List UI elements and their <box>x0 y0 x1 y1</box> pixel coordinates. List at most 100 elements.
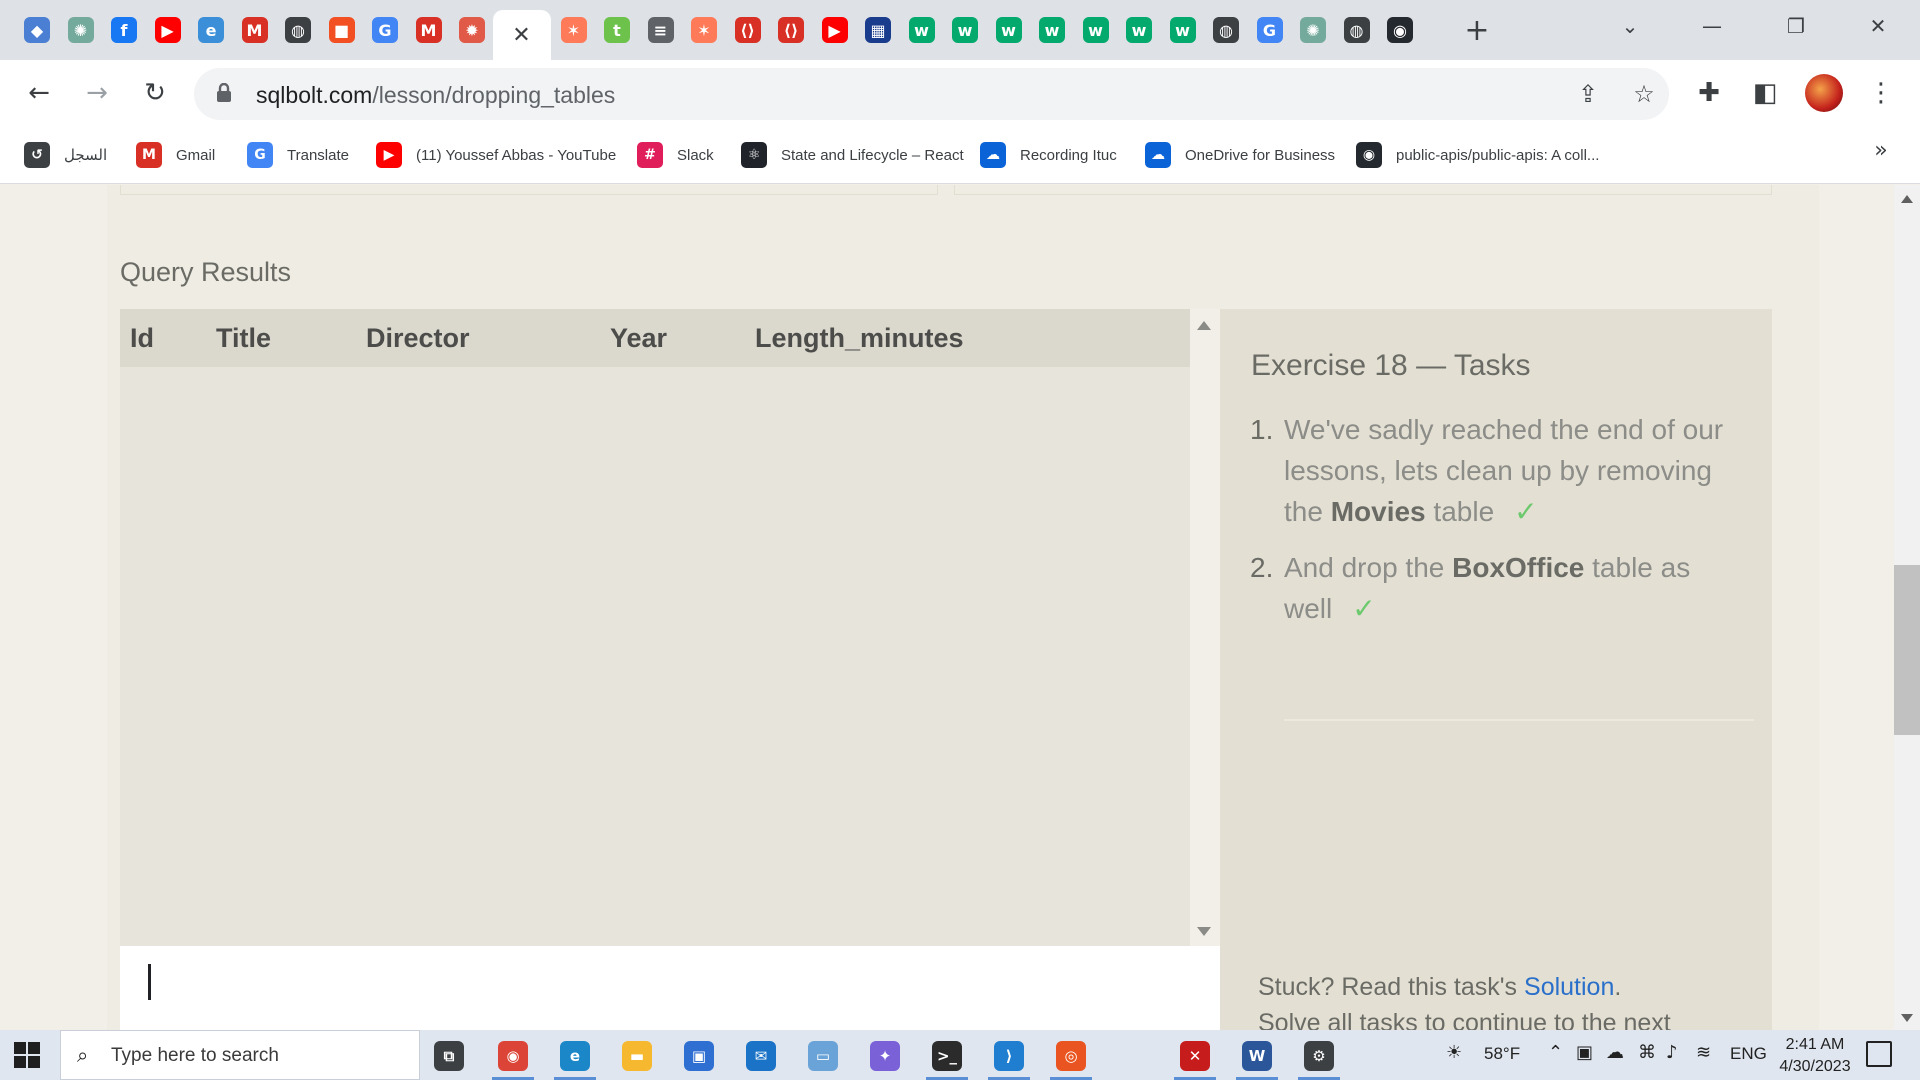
menu-kebab-icon[interactable]: ⋮ <box>1860 72 1902 114</box>
page-scroll-up-arrow[interactable] <box>1901 195 1913 203</box>
browser-tab[interactable]: t <box>598 10 636 50</box>
browser-tab[interactable]: ≡ <box>642 10 680 50</box>
bookmark-item[interactable]: M Gmail <box>136 140 215 170</box>
bookmark-item[interactable]: # Slack <box>637 140 714 170</box>
taskbar-app[interactable]: >_ <box>922 1035 972 1080</box>
page-scrollbar[interactable] <box>1894 185 1920 1030</box>
browser-tab[interactable]: w <box>990 10 1028 50</box>
browser-tab[interactable]: f <box>105 10 143 50</box>
taskbar-app[interactable]: ◎ <box>1046 1035 1096 1080</box>
taskbar-app[interactable]: ◉ <box>488 1035 538 1080</box>
solution-link[interactable]: Solution <box>1524 973 1614 1001</box>
browser-tab[interactable]: ◆ <box>18 10 56 50</box>
browser-tab[interactable]: ✹ <box>453 10 491 50</box>
taskbar-search[interactable]: ⌕ Type here to search <box>60 1030 420 1080</box>
back-button[interactable]: ← <box>18 72 60 114</box>
bookmark-item[interactable]: G Translate <box>247 140 349 170</box>
meet-now-icon[interactable]: ▣ <box>1576 1042 1593 1063</box>
scroll-up-arrow[interactable] <box>1197 321 1211 330</box>
browser-tab[interactable]: w <box>1164 10 1202 50</box>
active-tab[interactable]: ✕ <box>492 10 551 60</box>
bookmark-item[interactable]: ▶ (11) Youssef Abbas - YouTube <box>376 140 616 170</box>
taskbar-app[interactable]: ⟩ <box>984 1035 1034 1080</box>
globe-icon: ◍ <box>1213 17 1239 43</box>
volume-icon[interactable]: ♪ <box>1666 1042 1678 1063</box>
wifi-icon[interactable]: ≋ <box>1696 1042 1711 1063</box>
browser-tab[interactable]: ■ <box>323 10 361 50</box>
bookmark-item[interactable]: ◉ public-apis/public-apis: A coll... <box>1356 140 1599 170</box>
browser-tab[interactable]: ▶ <box>149 10 187 50</box>
taskbar-app[interactable]: ✕ <box>1170 1035 1220 1080</box>
browser-tab[interactable]: ◉ <box>1381 10 1419 50</box>
weather-temperature[interactable]: 58°F <box>1484 1044 1520 1064</box>
browser-tab[interactable]: ✺ <box>62 10 100 50</box>
new-tab-button[interactable]: + <box>1458 12 1496 48</box>
close-tab-icon[interactable]: ✕ <box>512 23 530 48</box>
tab-search-button[interactable]: ⌄ <box>1594 0 1666 52</box>
browser-tab[interactable]: ⟨⟩ <box>772 10 810 50</box>
page-scroll-thumb[interactable] <box>1894 565 1920 735</box>
browser-tab[interactable]: ⟨⟩ <box>729 10 767 50</box>
browser-tab[interactable]: ✶ <box>555 10 593 50</box>
youtube-icon: ▶ <box>154 17 181 43</box>
restore-button[interactable]: ❐ <box>1760 0 1832 52</box>
scroll-down-arrow[interactable] <box>1197 927 1211 936</box>
browser-tab[interactable]: M <box>410 10 448 50</box>
taskbar-app[interactable]: ⧉ <box>424 1035 474 1077</box>
profile-avatar[interactable] <box>1805 74 1843 112</box>
browser-tab[interactable]: w <box>903 10 941 50</box>
side-panel-icon[interactable]: ◧ <box>1744 72 1786 114</box>
system-clock[interactable]: 2:41 AM 4/30/2023 <box>1770 1034 1860 1078</box>
notifications-icon[interactable] <box>1866 1041 1892 1067</box>
browser-tab[interactable]: ◍ <box>279 10 317 50</box>
bookmark-item[interactable]: ☁ Recording Ituc <box>980 140 1117 170</box>
results-scrollbar[interactable] <box>1190 309 1220 946</box>
browser-tab[interactable]: ◍ <box>1207 10 1245 50</box>
bookmark-item[interactable]: ↺ السجل <box>24 140 107 170</box>
taskbar-app[interactable]: ✉ <box>736 1035 786 1077</box>
browser-tab[interactable]: G <box>366 10 404 50</box>
windows-start-button[interactable] <box>14 1042 40 1068</box>
bookmark-item[interactable]: ⚛ State and Lifecycle – React <box>741 140 964 170</box>
taskbar-app[interactable]: ▬ <box>612 1035 662 1077</box>
browser-tab[interactable]: w <box>1120 10 1158 50</box>
browser-tab[interactable]: ▦ <box>859 10 897 50</box>
forward-button[interactable]: → <box>76 72 118 114</box>
browser-tab[interactable]: w <box>1077 10 1115 50</box>
page-scroll-down-arrow[interactable] <box>1901 1014 1913 1022</box>
address-bar[interactable]: sqlbolt.com/lesson/dropping_tables ⇪ ☆ <box>194 68 1669 120</box>
browser-tab[interactable]: ◍ <box>1338 10 1376 50</box>
browser-tab[interactable]: e <box>192 10 230 50</box>
browser-tab[interactable]: w <box>946 10 984 50</box>
taskbar-app[interactable]: ⚙ <box>1294 1035 1344 1080</box>
lock-icon[interactable] <box>216 83 232 103</box>
browser-tab[interactable]: M <box>236 10 274 50</box>
settings-icon: ✹ <box>459 17 485 43</box>
weather-icon[interactable]: ☀ <box>1446 1042 1462 1063</box>
url-text[interactable]: sqlbolt.com/lesson/dropping_tables <box>256 82 615 109</box>
bookmarks-overflow-icon[interactable]: » <box>1866 136 1896 166</box>
onedrive-icon[interactable]: ☁ <box>1606 1042 1624 1063</box>
taskbar-app[interactable]: ▭ <box>798 1035 848 1077</box>
reload-button[interactable]: ↻ <box>134 72 176 114</box>
minimize-button[interactable]: — <box>1676 0 1748 52</box>
taskbar-app[interactable]: ▣ <box>674 1035 724 1077</box>
bookmark-item[interactable]: ☁ OneDrive for Business <box>1145 140 1335 170</box>
network-icon[interactable]: ⌘ <box>1638 1042 1656 1063</box>
extensions-icon[interactable]: ✚ <box>1688 72 1730 114</box>
browser-tab[interactable]: ▶ <box>816 10 854 50</box>
taskbar-app[interactable]: W <box>1232 1035 1282 1080</box>
share-icon[interactable]: ⇪ <box>1572 78 1604 110</box>
close-window-button[interactable]: ✕ <box>1842 0 1914 52</box>
show-hidden-icons-icon[interactable]: ⌃ <box>1548 1042 1563 1063</box>
browser-toolbar: ← → ↻ sqlbolt.com/lesson/dropping_tables… <box>0 60 1920 126</box>
browser-tab[interactable]: ✺ <box>1294 10 1332 50</box>
sql-query-editor[interactable] <box>120 946 1220 1030</box>
input-language[interactable]: ENG <box>1730 1044 1767 1064</box>
browser-tab[interactable]: ✶ <box>685 10 723 50</box>
taskbar-app[interactable]: ✦ <box>860 1035 910 1077</box>
browser-tab[interactable]: w <box>1033 10 1071 50</box>
bookmark-star-icon[interactable]: ☆ <box>1628 78 1660 110</box>
browser-tab[interactable]: G <box>1251 10 1289 50</box>
taskbar-app[interactable]: e <box>550 1035 600 1080</box>
